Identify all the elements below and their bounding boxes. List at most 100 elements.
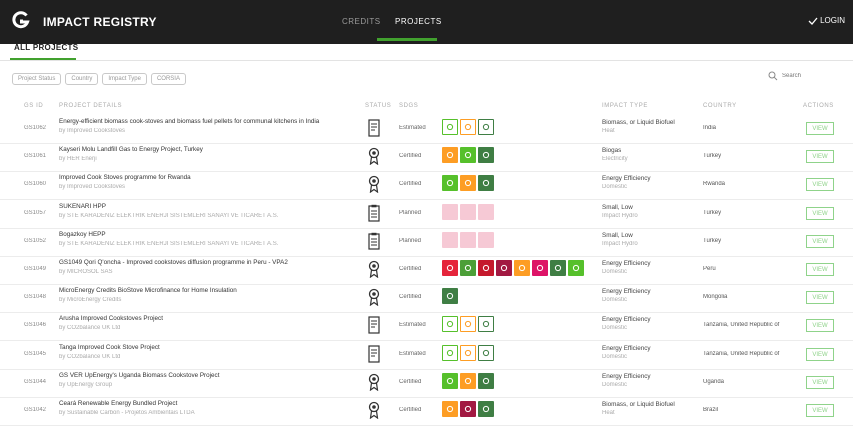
- view-button[interactable]: VIEW: [806, 347, 834, 361]
- award-icon: [368, 288, 380, 307]
- project-name[interactable]: Ceará Renewable Energy Bundled Project: [59, 400, 351, 407]
- sdg-icon: [478, 231, 494, 248]
- app-title[interactable]: IMPACT REGISTRY: [43, 15, 157, 29]
- divider: [0, 60, 853, 61]
- sdg-icon: [532, 260, 548, 276]
- view-button[interactable]: VIEW: [806, 404, 834, 417]
- impact-subtype: Electricity: [602, 156, 628, 163]
- project-name[interactable]: Energy-efficient biomass cook-stoves and…: [59, 118, 351, 125]
- header-status: STATUS: [365, 103, 392, 109]
- sdg-badges: [442, 401, 494, 417]
- sdg-icon: [442, 372, 458, 389]
- project-name[interactable]: GS VER UpEnergy's Uganda Biomass Cooksto…: [59, 372, 351, 379]
- impact-type: Biogas: [602, 147, 622, 155]
- impact-type: Biomass, or Liquid Biofuel: [602, 119, 675, 126]
- clipboard-icon: [368, 232, 380, 250]
- project-id: GS1046: [24, 322, 47, 329]
- sdg-icon: [460, 316, 476, 333]
- view-button[interactable]: VIEW: [806, 178, 834, 192]
- impact-subtype: Impact Hydro: [602, 240, 638, 247]
- filter-impact-type[interactable]: Impact Type: [102, 73, 147, 85]
- login-button[interactable]: LOGIN: [808, 16, 845, 25]
- sdg-icon: [460, 147, 476, 164]
- project-name[interactable]: MicroEnergy Credits BioStove Microfinanc…: [59, 287, 351, 294]
- sdg-badges: [442, 260, 584, 276]
- table-row: GS1061 Kayseri Molu Landfill Gas to Energ…: [0, 142, 853, 173]
- impact-subtype: Domestic: [602, 297, 628, 304]
- filter-corsia[interactable]: CORSIA: [150, 73, 186, 85]
- impact-type: Small, Low: [602, 203, 633, 211]
- impact-subtype: Domestic: [602, 353, 628, 360]
- impact-subtype: Heat: [602, 128, 615, 134]
- document-icon: [368, 316, 380, 334]
- project-status: Estimated: [399, 322, 426, 329]
- country: Turkey: [703, 153, 722, 160]
- filter-country[interactable]: Country: [65, 73, 99, 85]
- impact-type: Energy Efficiency: [602, 288, 651, 296]
- project-id: GS1061: [24, 153, 47, 160]
- view-button[interactable]: VIEW: [806, 319, 834, 333]
- search-input[interactable]: [782, 70, 836, 82]
- impact-subtype: Domestic: [602, 269, 628, 275]
- nav-credits[interactable]: CREDITS: [342, 17, 381, 26]
- view-button[interactable]: VIEW: [806, 375, 834, 389]
- sdg-badges: [442, 344, 494, 361]
- sdg-icon: [478, 175, 494, 192]
- sdg-icon: [550, 260, 566, 276]
- project-id: GS1057: [24, 209, 47, 216]
- project-name[interactable]: SUKENARI HPP: [59, 203, 351, 210]
- gold-standard-logo[interactable]: [12, 11, 30, 29]
- project-name[interactable]: Tanga Improved Cook Stove Project: [59, 344, 351, 351]
- header-actions: ACTIONS: [803, 103, 834, 109]
- table-row: GS1045 Tanga Improved Cook Stove Project b…: [0, 340, 853, 370]
- view-button[interactable]: VIEW: [806, 206, 834, 220]
- sdg-icon: [442, 147, 458, 164]
- sdg-icon: [442, 401, 458, 417]
- project-name[interactable]: Improved Cook Stoves programme for Rwand…: [59, 174, 351, 181]
- view-button[interactable]: VIEW: [806, 263, 834, 276]
- country: Tanzania, United Republic of: [703, 322, 780, 329]
- project-status: Certified: [399, 153, 422, 160]
- country: Tanzania, United Republic of: [703, 350, 780, 357]
- sdg-icon: [478, 119, 494, 135]
- view-button[interactable]: VIEW: [806, 234, 834, 248]
- view-button[interactable]: VIEW: [806, 122, 834, 135]
- project-developer: by HER Enerji: [59, 156, 97, 163]
- country: Mongolia: [703, 294, 728, 301]
- project-name[interactable]: Kayseri Molu Landfill Gas to Energy Proj…: [59, 146, 351, 153]
- header-project-details: PROJECT DETAILS: [59, 103, 123, 109]
- filter-bar: Project Status Country Impact Type CORSI…: [12, 73, 186, 85]
- project-developer: by Improved Cookstoves: [59, 128, 126, 134]
- view-button[interactable]: VIEW: [806, 150, 834, 164]
- view-button[interactable]: VIEW: [806, 291, 834, 305]
- filter-project-status[interactable]: Project Status: [12, 73, 62, 85]
- project-status: Certified: [399, 181, 422, 188]
- project-name[interactable]: GS1049 Qori Q'oncha - Improved cookstove…: [59, 259, 351, 266]
- document-icon: [368, 119, 380, 137]
- award-icon: [368, 373, 380, 391]
- sdg-icon: [568, 260, 584, 276]
- project-developer: by CO2balance UK Ltd: [59, 325, 121, 332]
- project-id: GS1048: [24, 294, 47, 301]
- sdg-icon: [460, 175, 476, 192]
- tab-all-projects[interactable]: ALL PROJECTS: [14, 43, 78, 52]
- table-row: GS1049 GS1049 Qori Q'oncha - Improved coo…: [0, 255, 853, 285]
- project-name[interactable]: Arusha Improved Cookstoves Project: [59, 315, 351, 322]
- impact-subtype: Impact Hydro: [602, 212, 638, 219]
- table-row: GS1046 Arusha Improved Cookstoves Project…: [0, 311, 853, 342]
- nav-projects[interactable]: PROJECTS: [395, 17, 442, 26]
- table-row: GS1052 Bogazkoy HEPP by STE KARADENIZ ELEK…: [0, 227, 853, 257]
- project-id: GS1042: [24, 407, 47, 413]
- project-status: Planned: [399, 237, 422, 244]
- search-icon[interactable]: [768, 71, 778, 81]
- project-status: Planned: [399, 209, 422, 216]
- sdg-icon: [442, 260, 458, 276]
- header-sdgs: SDGS: [399, 103, 419, 109]
- country: India: [703, 125, 717, 131]
- table-row: GS1060 Improved Cook Stoves programme for…: [0, 170, 853, 201]
- project-id: GS1045: [24, 350, 47, 357]
- project-developer: by STE KARADENIZ ELEKTRIK ENERJI SISTEML…: [59, 212, 279, 219]
- project-name[interactable]: Bogazkoy HEPP: [59, 231, 351, 238]
- project-status: Certified: [399, 407, 422, 413]
- country: Turkey: [703, 237, 722, 244]
